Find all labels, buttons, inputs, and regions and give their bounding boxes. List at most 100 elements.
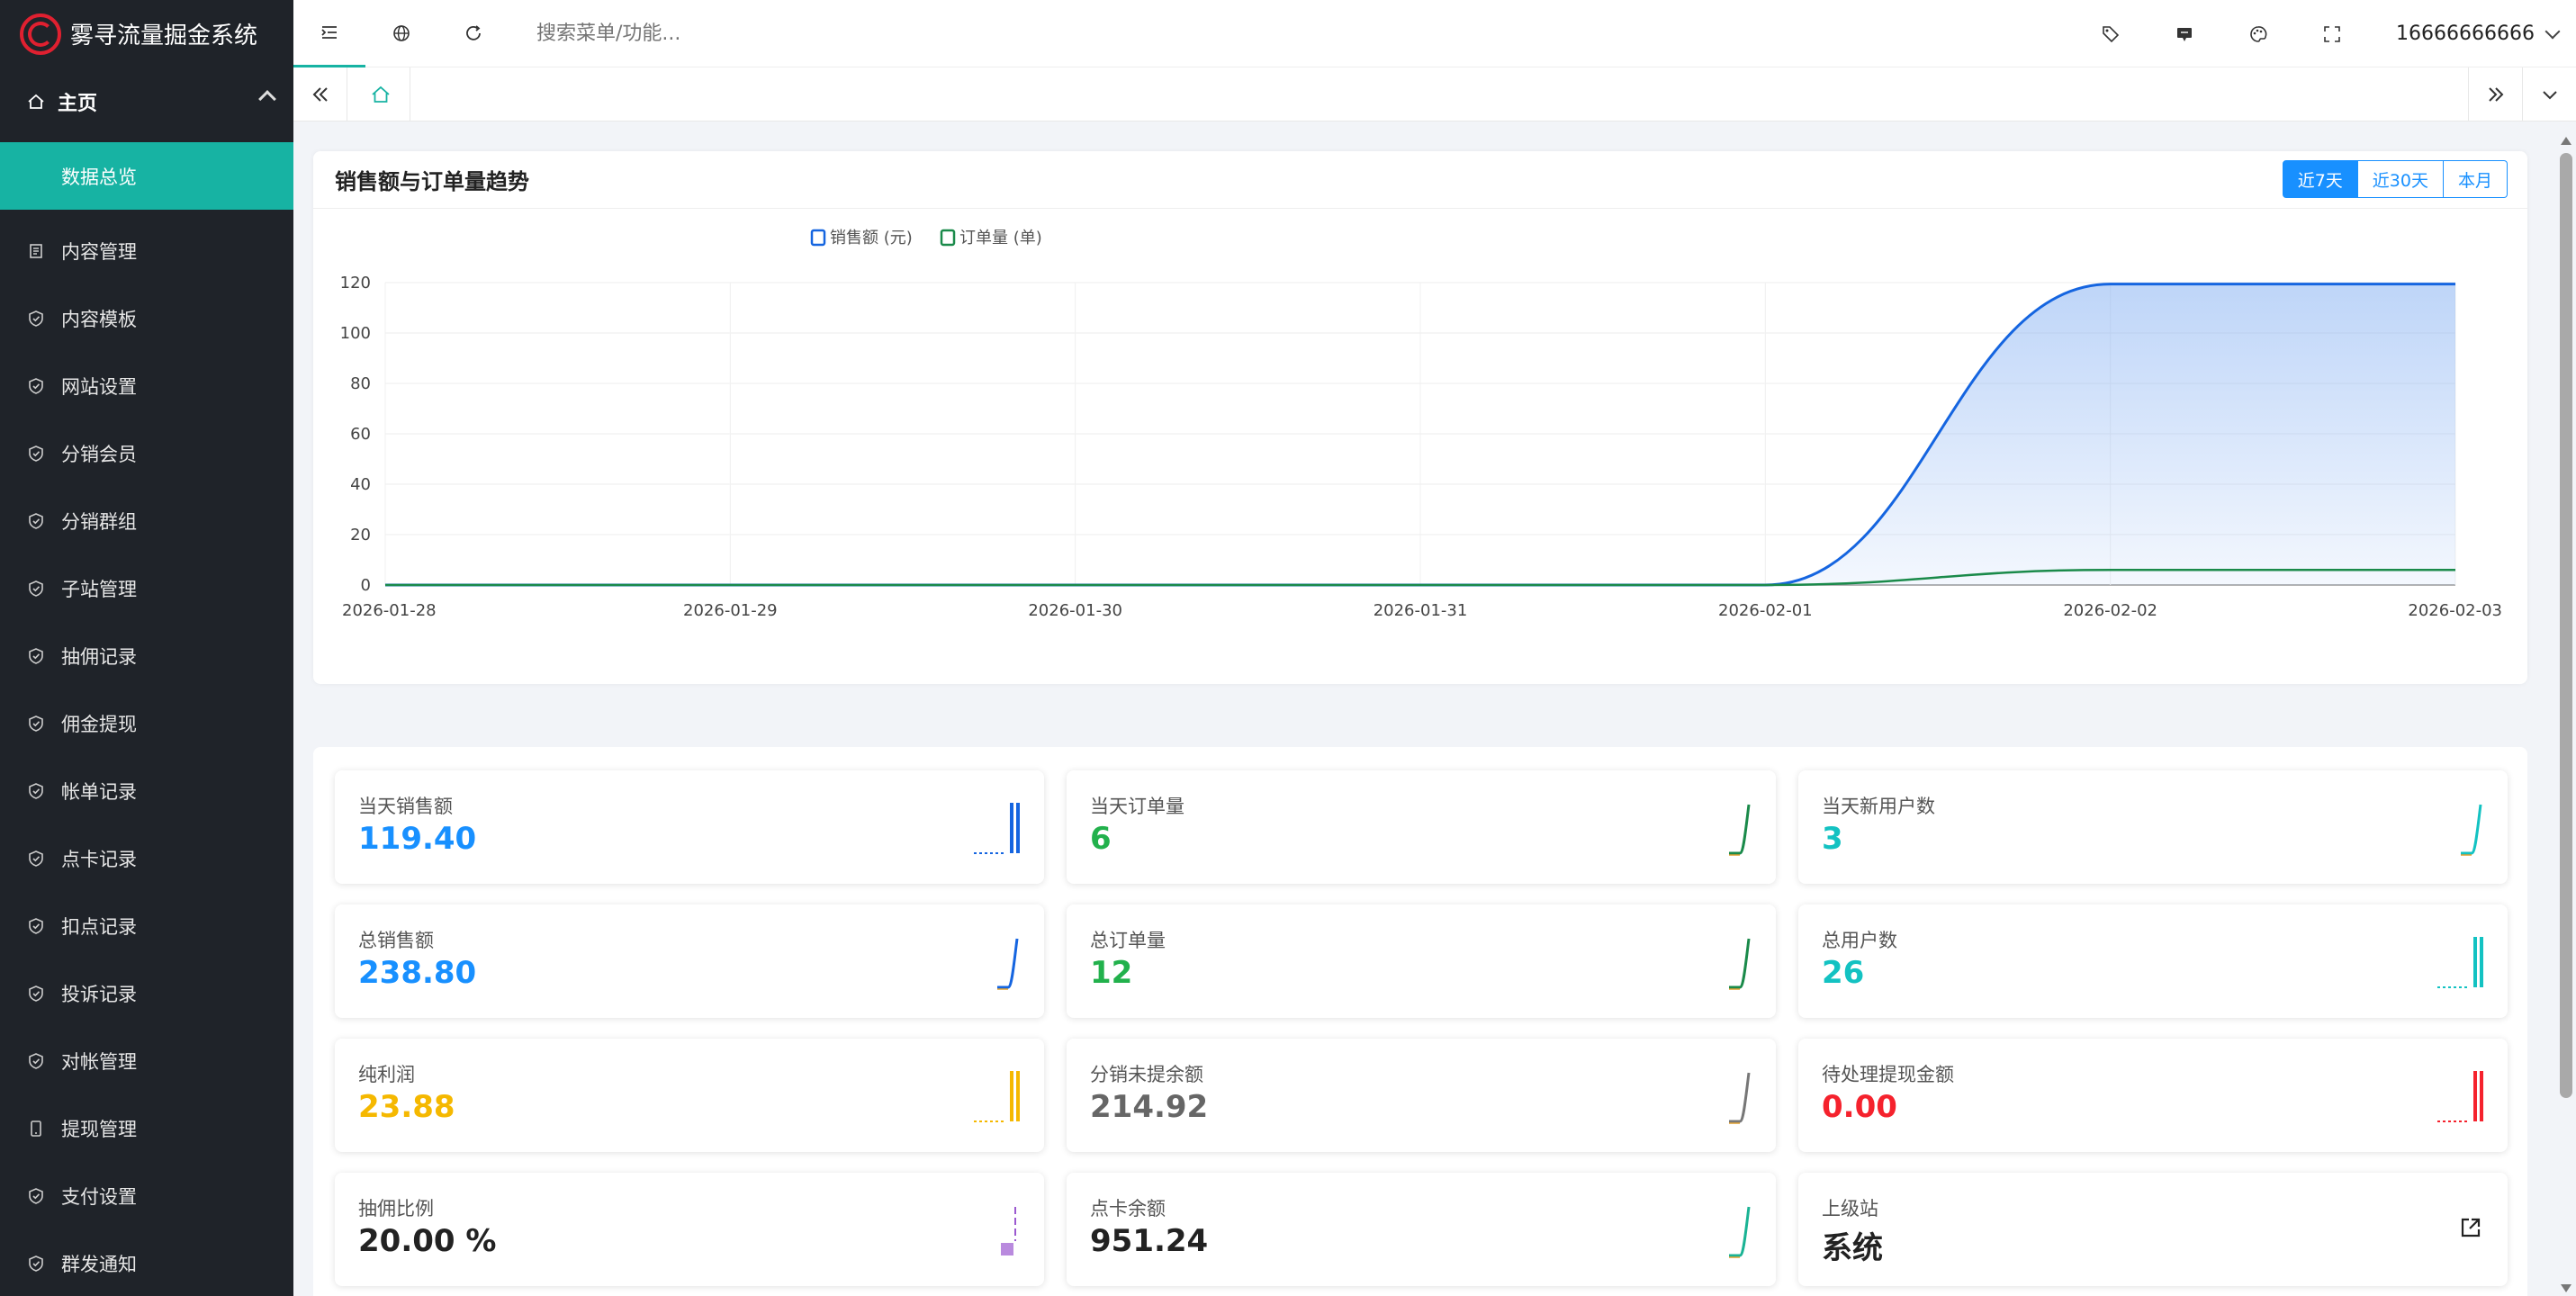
range-7-days-button[interactable]: 近7天: [2282, 160, 2358, 198]
shield-check-icon: [27, 310, 45, 328]
sidebar-item-label: 内容模板: [61, 308, 137, 330]
sparkline: [1729, 1072, 1751, 1124]
sidebar-item-label: 抽佣记录: [61, 645, 137, 668]
shield-check-icon: [27, 715, 45, 733]
tabs-menu-chevron-down-icon[interactable]: [2522, 68, 2576, 122]
sales-trend-card: 销售额与订单量趋势 近7天 近30天 本月 0 20 40 60 80 100 120 202…: [313, 151, 2527, 684]
stat-label: 总销售额: [358, 930, 434, 951]
sales-order-chart: 0 20 40 60 80 100 120 2026-01-28 2026-01-29 2026-…: [340, 229, 2502, 620]
shield-check-icon: [27, 445, 45, 463]
legend-label-orders: 订单量 (单): [959, 229, 1042, 248]
sidebar-item-3[interactable]: 网站设置: [0, 352, 293, 419]
tag-icon[interactable]: [2074, 0, 2148, 68]
tabs-bar: [293, 68, 2576, 122]
legend-swatch-sales: [810, 229, 826, 247]
tabs-scroll-right-icon[interactable]: [2468, 68, 2522, 122]
external-link-icon[interactable]: [2459, 1216, 2482, 1243]
refresh-icon[interactable]: [437, 0, 509, 68]
sidebar-item-1[interactable]: 内容管理: [0, 217, 293, 284]
stat-card: 当天新用户数 3: [1798, 770, 2508, 884]
stat-label: 纯利润: [358, 1064, 415, 1085]
topbar: 16666666666: [293, 0, 2576, 68]
message-icon[interactable]: [2148, 0, 2221, 68]
sidebar-item-9[interactable]: 帐单记录: [0, 757, 293, 824]
sidebar-item-label: 子站管理: [61, 578, 137, 600]
x-tick-label: 2026-01-29: [683, 601, 778, 620]
legend-label-sales: 销售额 (元): [830, 229, 913, 248]
phone-icon: [27, 1120, 45, 1138]
stat-value: 238.80: [358, 955, 477, 991]
sidebar-item-13[interactable]: 对帐管理: [0, 1027, 293, 1094]
stat-label: 上级站: [1822, 1198, 1878, 1220]
palette-icon[interactable]: [2221, 0, 2295, 68]
fullscreen-icon[interactable]: [2295, 0, 2369, 68]
sidebar-item-8[interactable]: 佣金提现: [0, 689, 293, 757]
sidebar-item-label: 群发通知: [61, 1253, 137, 1275]
stat-value: 0.00: [1822, 1089, 1897, 1125]
tab-home[interactable]: [351, 68, 410, 122]
menu-group-home[interactable]: 主页: [0, 68, 293, 135]
page-scrollbar[interactable]: [2556, 135, 2576, 1296]
sidebar-item-label: 对帐管理: [61, 1050, 137, 1073]
shield-check-icon: [27, 850, 45, 868]
sidebar-item-10[interactable]: 点卡记录: [0, 824, 293, 892]
sparkline: [2437, 937, 2483, 988]
shield-check-icon: [27, 782, 45, 800]
sidebar-item-15[interactable]: 支付设置: [0, 1162, 293, 1229]
sidebar-item-11[interactable]: 扣点记录: [0, 892, 293, 959]
stat-value: 12: [1090, 955, 1133, 991]
sidebar-item-label: 内容管理: [61, 240, 137, 263]
sidebar-item-14[interactable]: 提现管理: [0, 1094, 293, 1162]
sidebar-item-7[interactable]: 抽佣记录: [0, 622, 293, 689]
range-30-days-button[interactable]: 近30天: [2357, 160, 2444, 198]
y-tick-label: 40: [350, 475, 371, 494]
menu-fold-icon[interactable]: [293, 0, 365, 68]
sparkline: [997, 938, 1019, 990]
app-title: 雾寻流量掘金系统: [70, 22, 258, 50]
stat-card: 抽佣比例 20.00 %: [335, 1173, 1044, 1286]
sidebar-item-label: 数据总览: [61, 166, 137, 188]
chevron-down-icon[interactable]: [2544, 23, 2561, 39]
stat-label: 当天订单量: [1090, 796, 1184, 817]
shield-check-icon: [27, 647, 45, 665]
sidebar-item-16[interactable]: 群发通知: [0, 1229, 293, 1296]
stat-label: 点卡余额: [1090, 1198, 1166, 1220]
sparkline: [1729, 1206, 1751, 1258]
range-this-month-button[interactable]: 本月: [2443, 160, 2508, 198]
tabs-scroll-left-icon[interactable]: [293, 68, 347, 122]
stat-label: 分销未提余额: [1090, 1064, 1203, 1085]
search-input[interactable]: [536, 22, 986, 45]
stat-card: 当天订单量 6: [1067, 770, 1776, 884]
sidebar-item-data-overview[interactable]: 数据总览: [0, 142, 293, 210]
sidebar-item-2[interactable]: 内容模板: [0, 284, 293, 352]
stat-label: 待处理提现金额: [1822, 1064, 1954, 1085]
stat-value: 119.40: [358, 821, 477, 857]
scroll-thumb[interactable]: [2560, 153, 2572, 1098]
sidebar-item-label: 提现管理: [61, 1118, 137, 1140]
scroll-up-icon[interactable]: [2561, 137, 2571, 145]
sidebar-item-12[interactable]: 投诉记录: [0, 959, 293, 1027]
sparkline: [1729, 938, 1751, 990]
shield-check-icon: [27, 512, 45, 530]
stat-card: 上级站 系统: [1798, 1173, 2508, 1286]
stat-value: 6: [1090, 821, 1112, 857]
stat-card: 待处理提现金额 0.00: [1798, 1039, 2508, 1152]
stat-label: 抽佣比例: [358, 1198, 434, 1220]
stat-value: 系统: [1822, 1230, 1883, 1266]
chart-card-title: 销售额与订单量趋势: [335, 169, 529, 194]
stats-panel: 当天销售额 119.40 当天订单量 6 当天新用户数 3 总销售额 238.80 总订单量 12…: [313, 747, 2527, 1296]
scroll-down-icon[interactable]: [2561, 1284, 2571, 1292]
y-tick-label: 120: [340, 274, 371, 292]
globe-icon[interactable]: [365, 0, 437, 68]
stat-card: 总用户数 26: [1798, 904, 2508, 1018]
home-icon: [371, 86, 390, 103]
y-tick-label: 60: [350, 425, 371, 444]
stat-value: 3: [1822, 821, 1843, 857]
sidebar-item-4[interactable]: 分销会员: [0, 419, 293, 487]
y-tick-label: 20: [350, 526, 371, 544]
brand[interactable]: 雾寻流量掘金系统: [0, 0, 293, 68]
sidebar-item-6[interactable]: 子站管理: [0, 554, 293, 622]
sidebar-item-5[interactable]: 分销群组: [0, 487, 293, 554]
user-name[interactable]: 16666666666: [2396, 22, 2535, 45]
shield-check-icon: [27, 580, 45, 598]
